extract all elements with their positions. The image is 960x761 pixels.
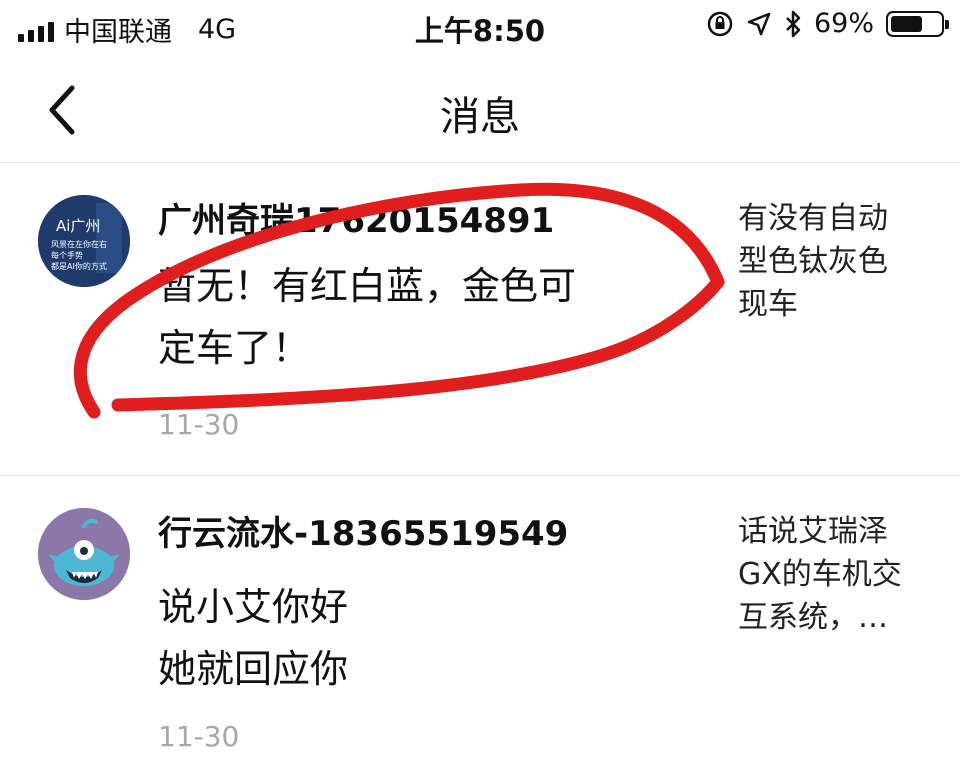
message-date: 11-30	[158, 720, 240, 753]
status-right: 69%	[706, 8, 949, 39]
preview-line: 有没有自动	[738, 201, 888, 236]
preview-line: 现车	[738, 287, 798, 322]
preview-line: 型色钛灰色	[738, 244, 888, 279]
comment-preview[interactable]: 有没有自动 型色钛灰色 现车	[738, 197, 938, 326]
message-line: 暂无！有红白蓝，金色可	[158, 264, 577, 308]
avatar[interactable]	[38, 508, 130, 600]
monster-avatar-icon	[38, 508, 130, 600]
avatar-caption-line: 风景在左你在右	[51, 239, 107, 249]
message-line: 她就回应你	[158, 647, 349, 691]
comment-preview[interactable]: 话说艾瑞泽 GX的车机交 互系统，…	[738, 510, 938, 639]
message-line: 说小艾你好	[158, 585, 349, 629]
battery-percent: 69%	[813, 8, 874, 39]
nav-bar: 消息	[0, 56, 960, 163]
avatar-logo-text: Ai广州	[56, 217, 100, 235]
preview-line: 话说艾瑞泽	[738, 514, 888, 549]
message-date: 11-30	[158, 408, 240, 441]
sender-name: 行云流水-18365519549	[158, 514, 569, 554]
location-icon	[747, 12, 771, 35]
sender-name: 广州奇瑞17620154891	[158, 201, 555, 241]
avatar-caption-line: 都是AI你的方式	[51, 261, 107, 271]
preview-line: 互系统，…	[738, 600, 888, 635]
message-text: 说小艾你好 她就回应你	[158, 576, 678, 700]
page-title: 消息	[440, 94, 520, 140]
avatar-caption-line: 每个手势	[51, 250, 83, 260]
rotation-lock-icon	[707, 11, 733, 36]
bluetooth-icon	[786, 10, 801, 37]
message-row[interactable]: Ai广州 风景在左你在右 每个手势 都是AI你的方式 广州奇瑞176201548…	[0, 163, 960, 476]
battery-icon	[886, 10, 949, 37]
status-bar: 中国联通 4G 上午8:50 69%	[0, 0, 960, 56]
preview-line: GX的车机交	[738, 557, 902, 592]
message-text: 暂无！有红白蓝，金色可 定车了！	[158, 255, 678, 379]
avatar[interactable]: Ai广州 风景在左你在右 每个手势 都是AI你的方式	[38, 195, 130, 287]
message-row[interactable]: 行云流水-18365519549 说小艾你好 她就回应你 11-30 话说艾瑞泽…	[0, 476, 960, 761]
message-line: 定车了！	[158, 326, 311, 370]
